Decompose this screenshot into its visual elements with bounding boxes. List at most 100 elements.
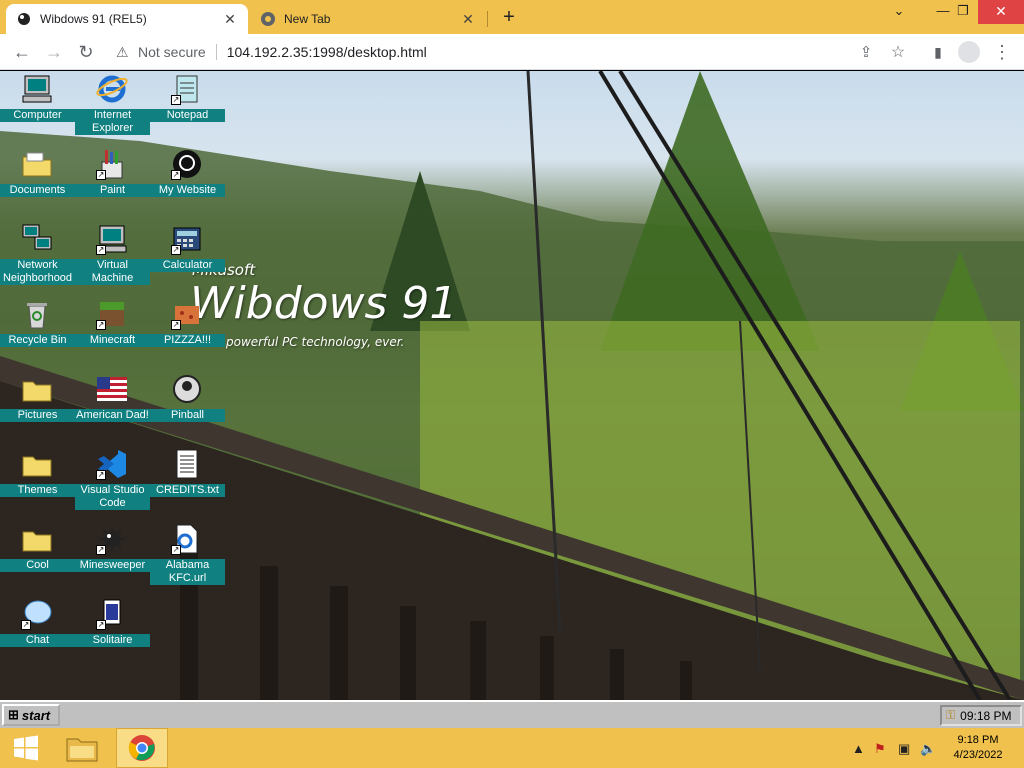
shortcut-arrow-icon: ↗ [171, 545, 181, 555]
start-label: start [21, 707, 51, 723]
desktop-icon-credits[interactable]: CREDITS.txt [150, 448, 225, 523]
host-time: 9:18 PM [957, 734, 999, 746]
windows-start-icon[interactable] [0, 728, 52, 768]
icon-label: Recycle Bin [0, 334, 75, 347]
desktop-icon-internet-explorer[interactable]: Internet Explorer [75, 73, 150, 148]
tab-close-icon[interactable]: ✕ [222, 11, 238, 27]
system-tray: ⚿ 09:18 PM [940, 705, 1022, 726]
desktop-icon-my-website[interactable]: ↗ My Website [150, 148, 225, 223]
new-tab-button[interactable]: + [498, 6, 520, 28]
folder-icon [21, 148, 53, 180]
restore-button[interactable]: ❐ [946, 0, 980, 24]
icon-label: Minecraft [75, 334, 150, 347]
desktop-icon-recycle-bin[interactable]: Recycle Bin [0, 298, 75, 373]
forward-arrow-icon[interactable]: → [42, 40, 66, 64]
desktop-icon-computer[interactable]: Computer [0, 73, 75, 148]
shortcut-arrow-icon: ↗ [171, 320, 181, 330]
pinball-icon [171, 373, 203, 405]
chrome-favicon-icon [260, 11, 276, 27]
icon-label: Chat [0, 634, 75, 647]
shortcut-arrow-icon: ↗ [96, 545, 106, 555]
file-explorer-icon[interactable] [56, 728, 108, 768]
tab-close-icon[interactable]: ✕ [460, 11, 476, 27]
host-date: 4/23/2022 [953, 749, 1003, 761]
desktop-icon-american-dad[interactable]: American Dad! [75, 373, 150, 448]
icon-label: Notepad [150, 109, 225, 122]
desktop-icon-solitaire[interactable]: ↗ Solitaire [75, 598, 150, 673]
shortcut-arrow-icon: ↗ [171, 170, 181, 180]
browser-toolbar: ← → ↻ ⚠ Not secure 104.192.2.35:1998/des… [0, 34, 1024, 70]
icon-label: Virtual Machine [75, 259, 150, 285]
host-taskbar: ▲ ⚑ ▣ 🔈 9:18 PM 4/23/2022 [0, 728, 1024, 768]
tab-separator [487, 11, 488, 27]
action-center-flag-icon[interactable]: ⚑ [874, 741, 886, 757]
chrome-taskbar-icon[interactable] [116, 728, 168, 768]
icon-label: My Website [150, 184, 225, 197]
shortcut-arrow-icon: ↗ [96, 170, 106, 180]
key-icon[interactable]: ⚿ [946, 708, 955, 723]
back-arrow-icon[interactable]: ← [10, 40, 34, 64]
side-panel-icon[interactable]: ▮ [926, 40, 950, 64]
start-button[interactable]: ⊞ start [2, 704, 60, 726]
brand-tagline: powerful PC technology, ever. [226, 335, 405, 349]
icon-label: Network Neighborhood [0, 259, 75, 285]
wibdows-taskbar: ⊞ start ⚿ 09:18 PM [0, 700, 1024, 728]
icon-label: PIZZZA!!! [150, 334, 225, 347]
us-flag-icon [96, 373, 128, 405]
icon-label: CREDITS.txt [150, 484, 225, 497]
desktop-icon-pizzza[interactable]: ↗ PIZZZA!!! [150, 298, 225, 373]
icon-label: Pictures [0, 409, 75, 422]
menu-kebab-icon[interactable]: ⋮ [990, 40, 1014, 64]
reload-icon[interactable]: ↻ [74, 40, 98, 64]
url-text[interactable]: 104.192.2.35:1998/desktop.html [227, 44, 427, 60]
close-window-button[interactable]: ✕ [978, 0, 1024, 24]
desktop-icon-cool[interactable]: Cool [0, 523, 75, 598]
desktop-icon-network-neighborhood[interactable]: Network Neighborhood [0, 223, 75, 298]
tray-expand-icon[interactable]: ▲ [852, 741, 865, 756]
desktop-icon-themes[interactable]: Themes [0, 448, 75, 523]
icon-label: Alabama KFC.url [150, 559, 225, 585]
shortcut-arrow-icon: ↗ [96, 620, 106, 630]
folder-icon [21, 523, 53, 555]
folder-icon [21, 448, 53, 480]
desktop-icon-pinball[interactable]: Pinball [150, 373, 225, 448]
desktop-icon-chat[interactable]: ↗ Chat [0, 598, 75, 673]
desktop-icon-alabama-kfc[interactable]: ↗ Alabama KFC.url [150, 523, 225, 598]
recycle-bin-icon [21, 298, 53, 330]
address-bar[interactable]: ⚠ Not secure 104.192.2.35:1998/desktop.h… [106, 39, 916, 65]
bookmark-star-icon[interactable]: ☆ [886, 40, 910, 64]
share-icon[interactable]: ⇪ [854, 40, 878, 64]
desktop-icon-documents[interactable]: Documents [0, 148, 75, 223]
desktop-icon-visual-studio-code[interactable]: ↗ Visual Studio Code [75, 448, 150, 523]
icon-label: Computer [0, 109, 75, 122]
icon-label: Solitaire [75, 634, 150, 647]
tab-title: Wibdows 91 (REL5) [40, 12, 147, 26]
tab-search-icon[interactable]: ⌄ [882, 0, 916, 24]
network-icon [21, 223, 53, 255]
tab-wibdows[interactable]: Wibdows 91 (REL5) ✕ [6, 4, 248, 34]
volume-muted-icon[interactable]: 🔈 [920, 741, 936, 757]
profile-avatar-icon[interactable] [958, 41, 980, 63]
desktop-icon-calculator[interactable]: ↗ Calculator [150, 223, 225, 298]
desktop-icon-minesweeper[interactable]: ↗ Minesweeper [75, 523, 150, 598]
shortcut-arrow-icon: ↗ [96, 470, 106, 480]
taskbar-clock: 09:18 PM [960, 708, 1012, 723]
computer-icon [21, 73, 53, 105]
icon-label: Cool [0, 559, 75, 572]
folder-icon [21, 373, 53, 405]
shortcut-arrow-icon: ↗ [171, 95, 181, 105]
brand-title: Wibdows 91 [190, 278, 458, 329]
shortcut-arrow-icon: ↗ [21, 620, 31, 630]
tab-new-tab[interactable]: New Tab ✕ [250, 4, 486, 34]
desktop-icon-pictures[interactable]: Pictures [0, 373, 75, 448]
desktop-icon-notepad[interactable]: ↗ Notepad [150, 73, 225, 148]
icon-label: Calculator [150, 259, 225, 272]
warning-icon: ⚠ [116, 43, 129, 60]
icon-label: Pinball [150, 409, 225, 422]
network-tray-icon[interactable]: ▣ [898, 741, 910, 757]
desktop-icon-minecraft[interactable]: ↗ Minecraft [75, 298, 150, 373]
host-clock[interactable]: 9:18 PM 4/23/2022 [942, 733, 1014, 763]
desktop-icon-virtual-machine[interactable]: ↗ Virtual Machine [75, 223, 150, 298]
browser-tab-strip: Wibdows 91 (REL5) ✕ New Tab ✕ + ⌄ — ❐ ✕ [0, 0, 1024, 34]
desktop-icon-paint[interactable]: ↗ Paint [75, 148, 150, 223]
